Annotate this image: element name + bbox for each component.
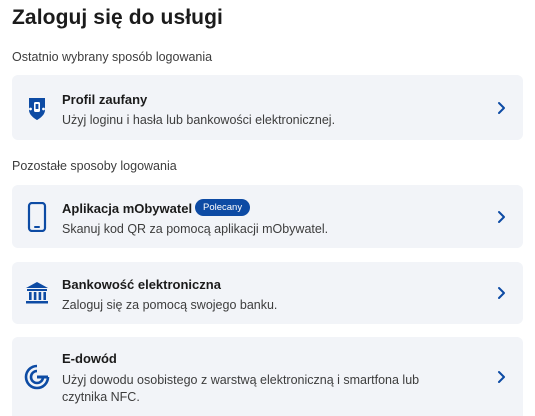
option-description: Zaloguj się za pomocą swojego banku.	[62, 298, 278, 312]
option-title: Bankowość elektroniczna	[62, 277, 221, 292]
other-section-label: Pozostałe sposoby logowania	[12, 159, 177, 173]
chevron-right-icon	[498, 102, 505, 114]
nfc-id-card-icon	[24, 362, 50, 392]
recent-section-label: Ostatnio wybrany sposób logowania	[12, 50, 213, 64]
login-option-mobywatel[interactable]: Aplikacja mObywatel Polecany Skanuj kod …	[12, 185, 523, 248]
chevron-right-icon	[498, 287, 505, 299]
option-title: Profil zaufany	[62, 92, 148, 107]
page-title: Zaloguj się do usługi	[12, 6, 223, 29]
option-title: Aplikacja mObywatel	[62, 201, 193, 216]
chevron-right-icon	[498, 371, 505, 383]
login-option-bank[interactable]: Bankowość elektroniczna Zaloguj się za p…	[12, 262, 523, 324]
login-option-trusted-profile[interactable]: Profil zaufany Użyj loginu i hasła lub b…	[12, 75, 523, 140]
smartphone-icon	[24, 202, 50, 232]
login-option-edowod[interactable]: E-dowód Użyj dowodu osobistego z warstwą…	[12, 337, 523, 416]
recommended-badge: Polecany	[195, 199, 251, 216]
trusted-profile-icon	[24, 94, 50, 124]
chevron-right-icon	[498, 211, 505, 223]
option-description: Użyj dowodu osobistego z warstwą elektro…	[62, 373, 420, 404]
option-title: E-dowód	[62, 351, 117, 366]
option-description: Skanuj kod QR za pomocą aplikacji mObywa…	[62, 222, 329, 236]
option-description: Użyj loginu i hasła lub bankowości elekt…	[62, 113, 336, 127]
bank-icon	[24, 278, 50, 308]
